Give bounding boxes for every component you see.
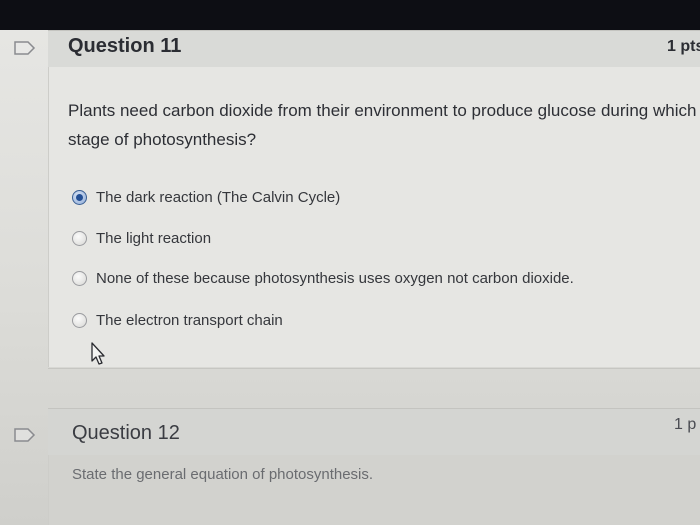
answer-option-4[interactable]: The electron transport chain [72,308,283,332]
flag-icon[interactable] [14,41,36,55]
radio-button[interactable] [72,270,87,286]
pointer-cursor-icon [91,342,105,365]
radio-button[interactable] [72,230,87,246]
answer-option-3[interactable]: None of these because photosynthesis use… [72,266,574,290]
quiz-screen: Question 11 1 pts Plants need carbon dio… [0,30,700,525]
question-11-text: Plants need carbon dioxide from their en… [68,101,697,149]
question-11-points: 1 pts [667,38,700,55]
radio-button-selected[interactable] [72,189,87,205]
radio-button[interactable] [72,312,87,328]
answer-option-2[interactable]: The light reaction [72,226,211,250]
question-12-title: Question 12 [72,422,180,444]
flag-icon[interactable] [14,428,36,442]
monitor-bezel [0,0,700,30]
question-11-title: Question 11 [68,35,182,57]
answer-label: None of these because photosynthesis use… [96,269,574,287]
question-separator [48,368,700,369]
question-12-points: 1 p [674,416,697,433]
answer-label: The electron transport chain [96,311,283,329]
question-12-text: State the general equation of photosynth… [72,466,374,483]
answer-label: The light reaction [96,229,212,247]
answer-option-1[interactable]: The dark reaction (The Calvin Cycle) [72,185,340,209]
answer-label: The dark reaction (The Calvin Cycle) [96,188,341,206]
